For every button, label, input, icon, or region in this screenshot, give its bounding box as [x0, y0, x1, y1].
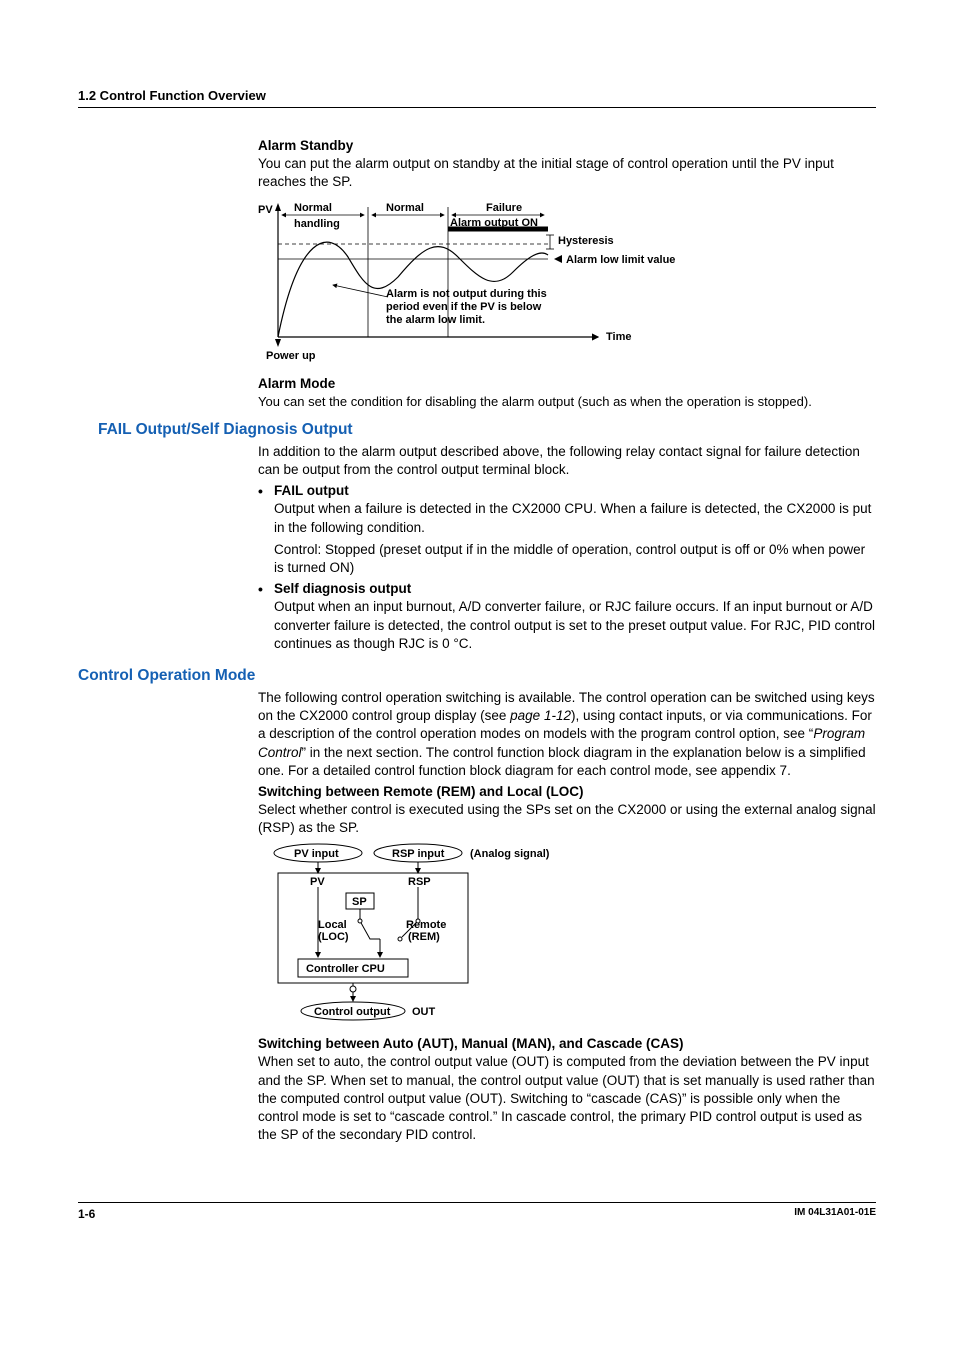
- diag-note2: period even if the PV is below: [386, 301, 542, 313]
- diag-note3: the alarm low limit.: [386, 314, 485, 326]
- diag-hysteresis: Hysteresis: [558, 235, 614, 247]
- self-diag-p1: Output when an input burnout, A/D conver…: [274, 598, 876, 653]
- svg-text:Controller CPU: Controller CPU: [306, 963, 385, 975]
- self-diag-subtitle: Self diagnosis output: [274, 581, 876, 596]
- alarm-standby-diagram: PV Normal handling Normal Failure Alarm …: [258, 197, 876, 370]
- diag-normal: Normal: [386, 202, 424, 214]
- svg-text:PV input: PV input: [294, 848, 339, 860]
- diag-normal-handling2: handling: [294, 218, 340, 230]
- diag-time: Time: [606, 331, 631, 343]
- svg-text:RSP input: RSP input: [392, 848, 445, 860]
- svg-text:(Analog signal): (Analog signal): [470, 848, 550, 860]
- switch-auto-title: Switching between Auto (AUT), Manual (MA…: [258, 1036, 876, 1051]
- doc-number: IM 04L31A01-01E: [794, 1207, 876, 1221]
- alarm-standby-body: You can put the alarm output on standby …: [258, 155, 876, 191]
- fail-output-heading: FAIL Output/Self Diagnosis Output: [98, 421, 876, 439]
- svg-text:PV: PV: [310, 876, 325, 888]
- alarm-mode-title: Alarm Mode: [258, 376, 876, 391]
- svg-text:Remote: Remote: [406, 919, 446, 931]
- switch-rem-loc-body: Select whether control is executed using…: [258, 801, 876, 837]
- svg-text:Control output: Control output: [314, 1006, 391, 1018]
- diag-alarm-on: Alarm output ON: [450, 217, 538, 229]
- switch-auto-body: When set to auto, the control output val…: [258, 1053, 876, 1144]
- fail-output-subtitle: FAIL output: [274, 483, 876, 498]
- page-number: 1-6: [78, 1207, 95, 1221]
- diag-normal-handling1: Normal: [294, 202, 332, 214]
- svg-text:(REM): (REM): [408, 931, 440, 943]
- fail-output-p1: Output when a failure is detected in the…: [274, 500, 876, 536]
- diag-failure: Failure: [486, 202, 522, 214]
- svg-text:SP: SP: [352, 896, 367, 908]
- diag-powerup: Power up: [266, 350, 316, 362]
- diag-alarm-low: Alarm low limit value: [566, 254, 675, 266]
- svg-text:Local: Local: [318, 919, 347, 931]
- fail-output-intro: In addition to the alarm output describe…: [258, 443, 876, 479]
- alarm-mode-body: You can set the condition for disabling …: [258, 393, 876, 411]
- switch-rem-loc-title: Switching between Remote (REM) and Local…: [258, 784, 876, 799]
- bullet-icon: •: [258, 483, 274, 581]
- fail-output-p2: Control: Stopped (preset output if in th…: [274, 541, 876, 577]
- diag-note1: Alarm is not output during this: [386, 288, 547, 300]
- svg-text:(LOC): (LOC): [318, 931, 349, 943]
- rem-loc-block-diagram: PV input RSP input (Analog signal) PV RS…: [258, 843, 876, 1026]
- svg-text:RSP: RSP: [408, 876, 431, 888]
- control-mode-intro: The following control operation switchin…: [258, 689, 876, 780]
- diag-pv-label: PV: [258, 204, 273, 216]
- svg-text:OUT: OUT: [412, 1006, 436, 1018]
- control-mode-heading: Control Operation Mode: [78, 667, 876, 685]
- running-header: 1.2 Control Function Overview: [78, 88, 876, 108]
- bullet-icon: •: [258, 581, 274, 657]
- alarm-standby-title: Alarm Standby: [258, 138, 876, 153]
